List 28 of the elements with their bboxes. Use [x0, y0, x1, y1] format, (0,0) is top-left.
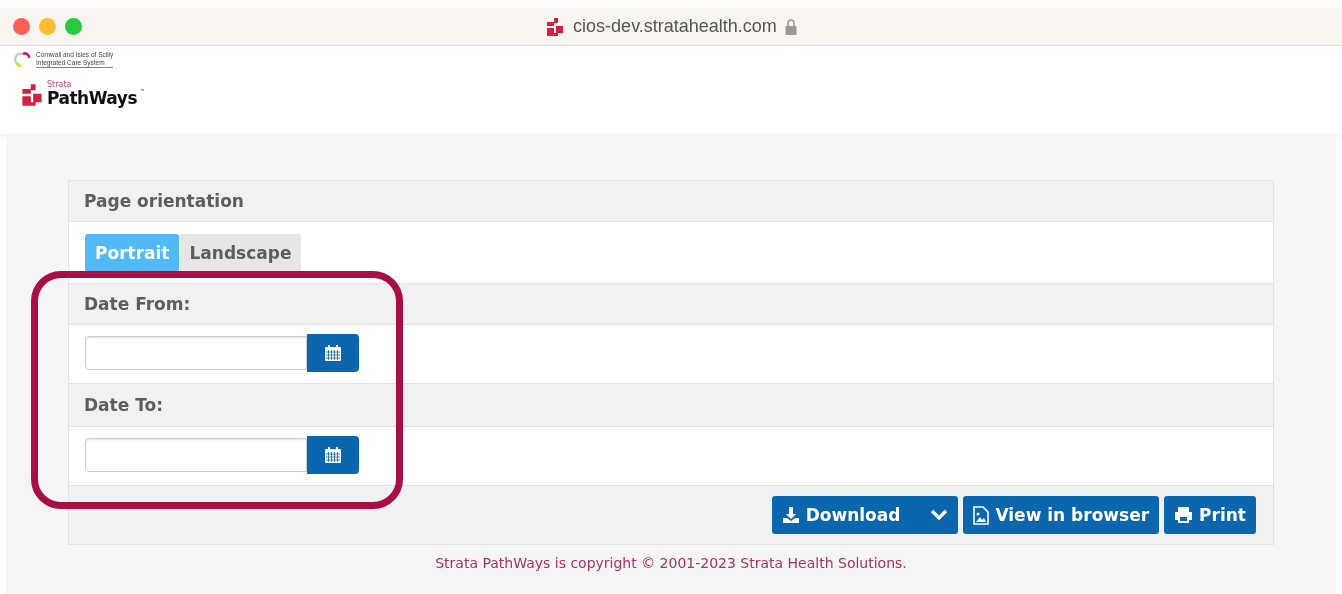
printer-icon: [1174, 506, 1194, 524]
logo-icon: [545, 16, 566, 37]
brand-subtitle: Strata: [47, 80, 73, 89]
minimize-icon[interactable]: [39, 18, 56, 35]
heart-logo-icon: [14, 50, 32, 68]
field-label: Date From:: [84, 294, 191, 314]
orientation-tab[interactable]: Landscape: [179, 234, 302, 272]
lock-icon: [784, 18, 797, 35]
image-file-icon: [973, 505, 990, 525]
logo-icon: [20, 83, 44, 107]
calendar-icon: [324, 446, 342, 464]
calendar-button[interactable]: [307, 436, 359, 474]
download-icon: [781, 506, 800, 524]
date-input[interactable]: [85, 438, 307, 472]
url-text[interactable]: cios-dev.stratahealth.com: [573, 16, 777, 37]
chevron-down-icon: [930, 509, 949, 521]
field-label: Date To:: [84, 395, 163, 415]
print-button[interactable]: Print: [1164, 496, 1256, 534]
calendar-button[interactable]: [307, 334, 359, 372]
maximize-icon[interactable]: [65, 18, 82, 35]
date-input[interactable]: [85, 336, 307, 370]
section-title: Page orientation: [84, 191, 244, 211]
view-button[interactable]: View in browser: [963, 496, 1160, 534]
close-icon[interactable]: [13, 18, 30, 35]
download-button[interactable]: Download: [771, 496, 959, 534]
brand-name: PathWays: [47, 89, 137, 107]
calendar-icon: [324, 344, 342, 362]
copyright-text: Strata PathWays is copyright © 2001-2023 Strata Health Solutions.: [434, 555, 908, 571]
